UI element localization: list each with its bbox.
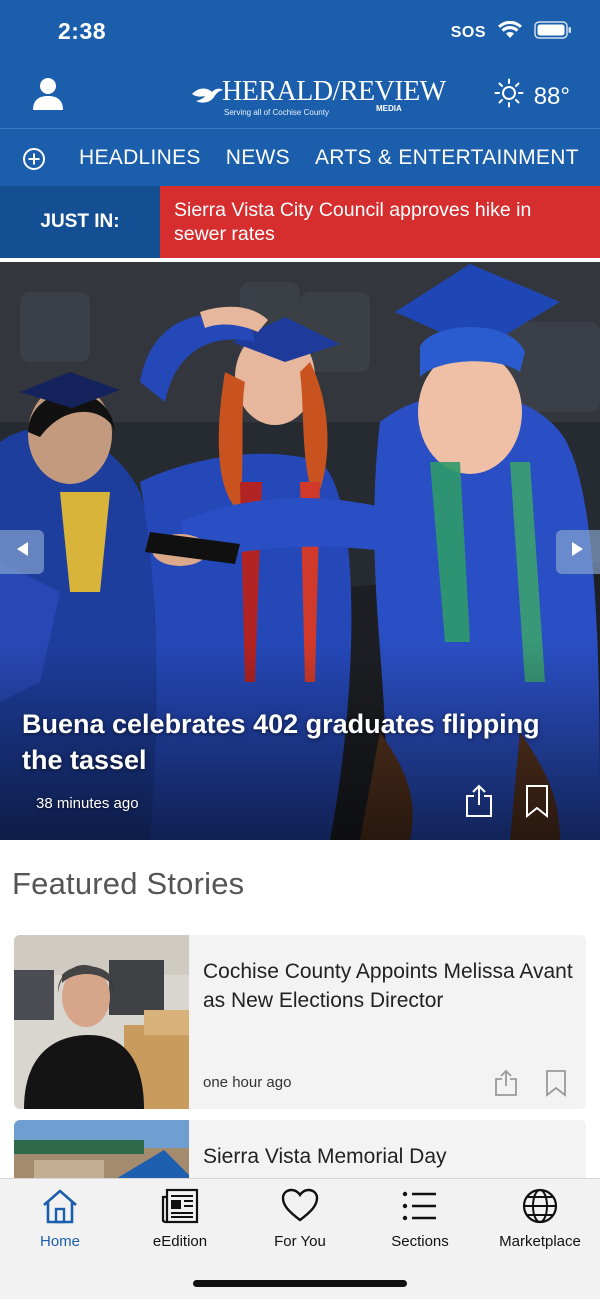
status-bar: 2:38 SOS bbox=[0, 0, 600, 66]
tab-home[interactable]: Home bbox=[0, 1187, 120, 1253]
tab-sections[interactable]: Sections bbox=[360, 1187, 480, 1253]
logo-media-label: MEDIA bbox=[376, 104, 402, 113]
story-title[interactable]: Cochise County Appoints Melissa Avant as… bbox=[203, 957, 573, 1015]
logo-tagline: Serving all of Cochise County bbox=[224, 108, 329, 117]
featured-section-title: Featured Stories bbox=[12, 866, 245, 901]
story-title[interactable]: Sierra Vista Memorial Day bbox=[203, 1142, 573, 1171]
status-time: 2:38 bbox=[58, 18, 107, 44]
breaking-headline[interactable]: Sierra Vista City Council approves hike … bbox=[160, 186, 600, 258]
carousel-next-button[interactable] bbox=[556, 530, 600, 574]
chevron-left-icon bbox=[14, 540, 30, 564]
tab-for-you[interactable]: For You bbox=[240, 1187, 360, 1253]
story-thumbnail bbox=[14, 935, 189, 1109]
tab-label: Sections bbox=[391, 1233, 449, 1250]
logo-wordmark: HERALD/REVIEW bbox=[222, 76, 446, 107]
breaking-news-bar[interactable]: JUST IN: Sierra Vista City Council appro… bbox=[0, 186, 600, 258]
carousel-prev-button[interactable] bbox=[0, 530, 44, 574]
nav-item-news[interactable]: NEWS bbox=[226, 146, 290, 170]
app-screen: 2:38 SOS HERALD/REVIEW Serving all of Co… bbox=[0, 0, 600, 1299]
account-icon bbox=[32, 77, 64, 116]
chevron-right-icon bbox=[570, 540, 586, 564]
wifi-icon bbox=[498, 20, 522, 44]
tab-eedition[interactable]: eEdition bbox=[120, 1187, 240, 1253]
newspaper-icon bbox=[160, 1187, 200, 1225]
weather-temperature: 88° bbox=[533, 82, 570, 110]
story-card[interactable]: Cochise County Appoints Melissa Avant as… bbox=[14, 935, 586, 1109]
breaking-label: JUST IN: bbox=[0, 186, 160, 258]
bookmark-icon[interactable] bbox=[545, 1069, 567, 1097]
nav-items: HEADLINES NEWS ARTS & ENTERTAINMENT BE bbox=[79, 146, 600, 170]
bookmark-icon[interactable] bbox=[524, 784, 550, 819]
section-nav: HEADLINES NEWS ARTS & ENTERTAINMENT BE bbox=[0, 128, 600, 186]
home-indicator bbox=[193, 1280, 407, 1287]
app-header: HERALD/REVIEW Serving all of Cochise Cou… bbox=[0, 66, 600, 128]
eagle-logo-icon bbox=[192, 88, 223, 103]
tab-label: For You bbox=[274, 1233, 326, 1250]
status-indicators: SOS bbox=[451, 20, 572, 45]
weather-widget[interactable]: 88° bbox=[494, 78, 570, 115]
hero-timestamp: 38 minutes ago bbox=[36, 795, 139, 812]
tab-label: Marketplace bbox=[499, 1233, 581, 1250]
share-icon[interactable] bbox=[464, 784, 494, 818]
herald-review-logo[interactable]: HERALD/REVIEW Serving all of Cochise Cou… bbox=[190, 74, 446, 120]
share-icon[interactable] bbox=[494, 1069, 518, 1097]
list-icon bbox=[400, 1187, 440, 1225]
add-section-icon[interactable] bbox=[22, 147, 46, 171]
tab-label: eEdition bbox=[152, 1233, 208, 1250]
sun-icon bbox=[494, 78, 524, 115]
nav-item-headlines[interactable]: HEADLINES bbox=[79, 146, 201, 170]
globe-icon bbox=[520, 1187, 560, 1225]
story-timestamp: one hour ago bbox=[203, 1074, 292, 1091]
tab-marketplace[interactable]: Marketplace bbox=[480, 1187, 600, 1253]
hero-headline[interactable]: Buena celebrates 402 graduates flipping … bbox=[22, 706, 562, 778]
hero-story[interactable]: Buena celebrates 402 graduates flipping … bbox=[0, 262, 600, 840]
home-icon bbox=[40, 1187, 80, 1225]
nav-item-arts-entertainment[interactable]: ARTS & ENTERTAINMENT bbox=[315, 146, 579, 170]
heart-icon bbox=[280, 1187, 320, 1225]
tab-label: Home bbox=[39, 1233, 80, 1250]
battery-icon bbox=[534, 20, 572, 45]
sos-indicator: SOS bbox=[450, 23, 486, 41]
account-button[interactable] bbox=[28, 76, 68, 116]
